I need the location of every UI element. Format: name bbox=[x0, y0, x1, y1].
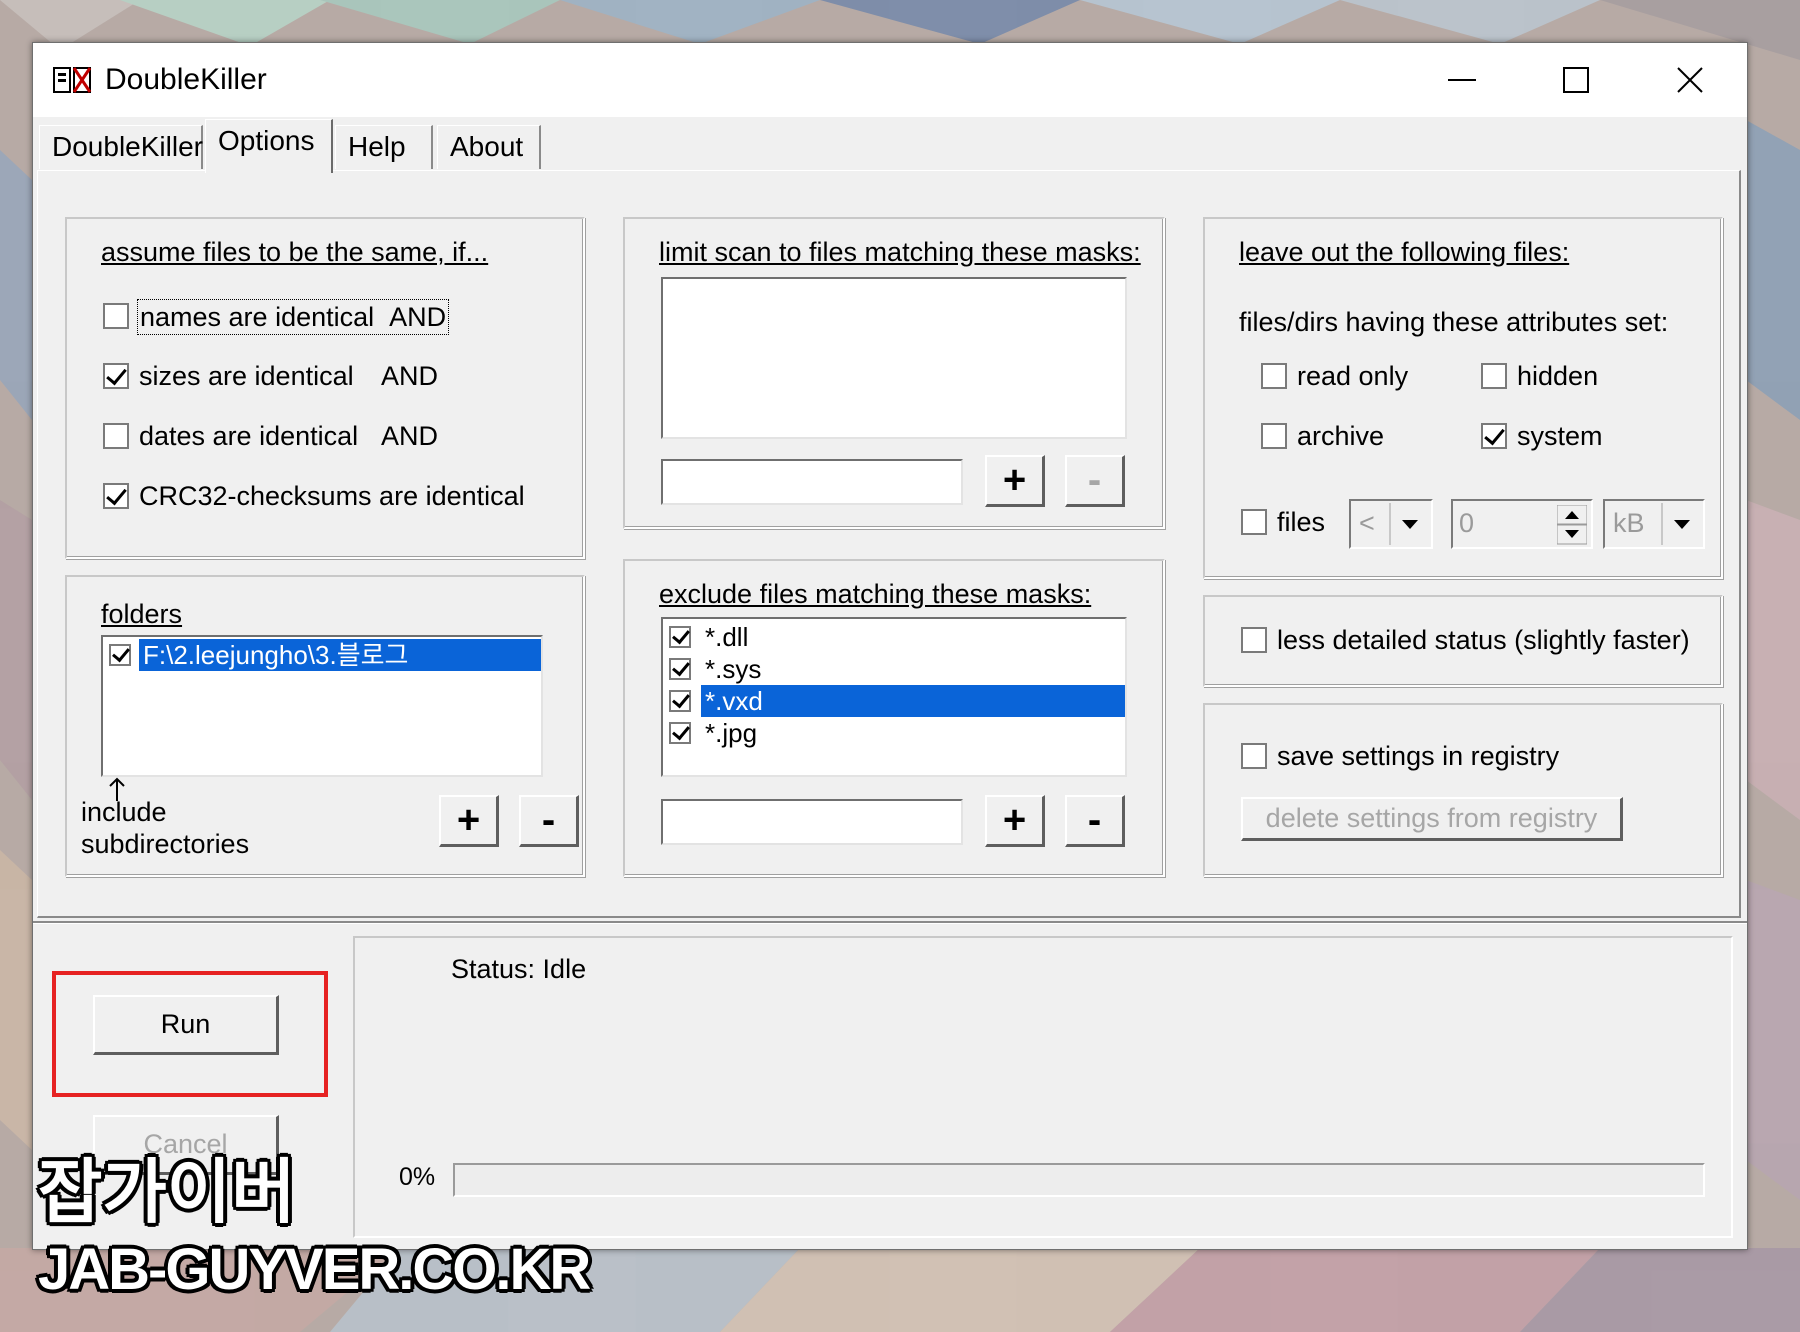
same-criteria-heading: assume files to be the same, if... bbox=[101, 237, 489, 267]
doublekiller-app-icon bbox=[53, 67, 92, 93]
read-only-label[interactable]: read only bbox=[1297, 359, 1408, 393]
system-label[interactable]: system bbox=[1517, 419, 1603, 453]
names-identical-checkbox[interactable] bbox=[103, 303, 129, 329]
status-text: Status: Idle bbox=[451, 954, 587, 984]
include-label: include bbox=[81, 797, 167, 827]
limit-mask-input[interactable] bbox=[661, 459, 963, 505]
close-button[interactable] bbox=[1633, 43, 1747, 117]
names-identical-label[interactable]: names are identical AND bbox=[137, 299, 450, 335]
dates-and-label: AND bbox=[381, 421, 439, 451]
folder-item[interactable]: F:\2.leejungho\3.블로그 bbox=[103, 639, 541, 673]
hidden-label[interactable]: hidden bbox=[1517, 359, 1598, 393]
size-unit-value: kB bbox=[1613, 508, 1645, 538]
size-comparator-value: < bbox=[1359, 508, 1375, 538]
registry-group: save settings in registry delete setting… bbox=[1203, 703, 1723, 877]
minimize-icon bbox=[1448, 79, 1476, 81]
chevron-down-icon bbox=[1389, 503, 1429, 545]
limit-masks-group: limit scan to files matching these masks… bbox=[623, 217, 1165, 529]
exclude-mask-item[interactable]: *.dll bbox=[663, 621, 1125, 653]
exclude-masks-heading: exclude files matching these masks: bbox=[659, 579, 1092, 609]
progress-percent: 0% bbox=[399, 1163, 436, 1191]
watermark-korean: 잡가이버 bbox=[38, 1153, 296, 1231]
add-limit-mask-button[interactable]: + bbox=[985, 455, 1045, 507]
delete-registry-button[interactable]: delete settings from registry bbox=[1241, 797, 1623, 841]
add-exclude-mask-button[interactable]: + bbox=[985, 795, 1045, 847]
dates-identical-label[interactable]: dates are identical bbox=[139, 419, 358, 453]
folders-heading: folders bbox=[101, 599, 183, 629]
tab-about[interactable]: About bbox=[437, 125, 541, 169]
divider bbox=[33, 921, 1747, 924]
tab-doublekiller[interactable]: DoubleKiller bbox=[39, 125, 203, 169]
system-checkbox[interactable] bbox=[1481, 423, 1507, 449]
dates-identical-checkbox[interactable] bbox=[103, 423, 129, 449]
maximize-button[interactable] bbox=[1519, 43, 1633, 117]
save-registry-label[interactable]: save settings in registry bbox=[1277, 739, 1559, 773]
exclude-mask-text: *.sys bbox=[705, 654, 762, 684]
sizes-and-label: AND bbox=[381, 361, 439, 391]
less-detailed-group: less detailed status (slightly faster) bbox=[1203, 595, 1723, 687]
tab-options[interactable]: Options bbox=[205, 119, 333, 173]
size-comparator-select[interactable]: < bbox=[1349, 499, 1433, 549]
spinner-arrows-icon bbox=[1557, 505, 1587, 545]
exclude-mask-text: *.jpg bbox=[705, 718, 758, 748]
doublekiller-window: DoubleKiller DoubleKiller Options Help A… bbox=[32, 42, 1748, 1250]
less-detailed-label[interactable]: less detailed status (slightly faster) bbox=[1277, 623, 1690, 657]
window-title: DoubleKiller bbox=[105, 63, 267, 96]
crc32-identical-checkbox[interactable] bbox=[103, 483, 129, 509]
folder-item-path: F:\2.leejungho\3.블로그 bbox=[139, 639, 541, 671]
exclude-mask-checkbox[interactable] bbox=[669, 658, 691, 680]
folders-group: folders F:\2.leejungho\3.블로그 include sub… bbox=[65, 575, 585, 877]
exclude-mask-checkbox[interactable] bbox=[669, 690, 691, 712]
maximize-icon bbox=[1563, 67, 1589, 93]
size-unit-select[interactable]: kB bbox=[1603, 499, 1705, 549]
exclude-mask-item[interactable]: *.vxd bbox=[663, 685, 1125, 717]
progress-bar bbox=[453, 1163, 1705, 1197]
title-bar[interactable]: DoubleKiller bbox=[33, 43, 1747, 117]
tab-help[interactable]: Help bbox=[335, 125, 433, 169]
tab-strip: DoubleKiller Options Help About bbox=[33, 119, 1747, 173]
close-icon bbox=[1677, 67, 1703, 93]
same-criteria-group: assume files to be the same, if... names… bbox=[65, 217, 585, 559]
hidden-checkbox[interactable] bbox=[1481, 363, 1507, 389]
archive-label[interactable]: archive bbox=[1297, 419, 1384, 453]
files-size-checkbox[interactable] bbox=[1241, 509, 1267, 535]
remove-exclude-mask-button[interactable]: - bbox=[1065, 795, 1125, 847]
exclude-masks-list[interactable]: *.dll *.sys *.vxd *.jpg bbox=[661, 617, 1127, 777]
less-detailed-checkbox[interactable] bbox=[1241, 627, 1267, 653]
limit-masks-heading: limit scan to files matching these masks… bbox=[659, 237, 1141, 267]
size-value-spinner[interactable]: 0 bbox=[1451, 499, 1593, 549]
leave-out-group: leave out the following files: files/dir… bbox=[1203, 217, 1723, 579]
leave-out-heading: leave out the following files: bbox=[1239, 237, 1570, 267]
exclude-mask-checkbox[interactable] bbox=[669, 626, 691, 648]
folder-item-checkbox[interactable] bbox=[109, 644, 131, 666]
size-value: 0 bbox=[1459, 508, 1475, 538]
crc32-identical-label[interactable]: CRC32-checksums are identical bbox=[139, 479, 525, 513]
files-size-label[interactable]: files bbox=[1277, 505, 1325, 539]
exclude-mask-text: *.dll bbox=[705, 622, 749, 652]
run-highlight-box bbox=[52, 971, 328, 1097]
exclude-mask-input[interactable] bbox=[661, 799, 963, 845]
read-only-checkbox[interactable] bbox=[1261, 363, 1287, 389]
remove-limit-mask-button[interactable]: - bbox=[1065, 455, 1125, 507]
subdirectories-label: subdirectories bbox=[81, 829, 250, 859]
exclude-masks-group: exclude files matching these masks: *.dl… bbox=[623, 559, 1165, 877]
archive-checkbox[interactable] bbox=[1261, 423, 1287, 449]
attributes-label: files/dirs having these attributes set: bbox=[1239, 307, 1669, 337]
folders-list[interactable]: F:\2.leejungho\3.블로그 bbox=[101, 635, 543, 777]
limit-masks-list[interactable] bbox=[661, 277, 1127, 439]
minimize-button[interactable] bbox=[1405, 43, 1519, 117]
exclude-mask-item[interactable]: *.jpg bbox=[663, 717, 1125, 749]
exclude-mask-text: *.vxd bbox=[701, 685, 1125, 717]
exclude-mask-checkbox[interactable] bbox=[669, 722, 691, 744]
exclude-mask-item[interactable]: *.sys bbox=[663, 653, 1125, 685]
chevron-down-icon bbox=[1661, 503, 1701, 545]
add-folder-button[interactable]: + bbox=[439, 795, 499, 847]
sizes-identical-label[interactable]: sizes are identical bbox=[139, 359, 354, 393]
save-registry-checkbox[interactable] bbox=[1241, 743, 1267, 769]
sizes-identical-checkbox[interactable] bbox=[103, 363, 129, 389]
remove-folder-button[interactable]: - bbox=[519, 795, 579, 847]
watermark-url: JAB-GUYVER.CO.KR bbox=[38, 1237, 591, 1302]
